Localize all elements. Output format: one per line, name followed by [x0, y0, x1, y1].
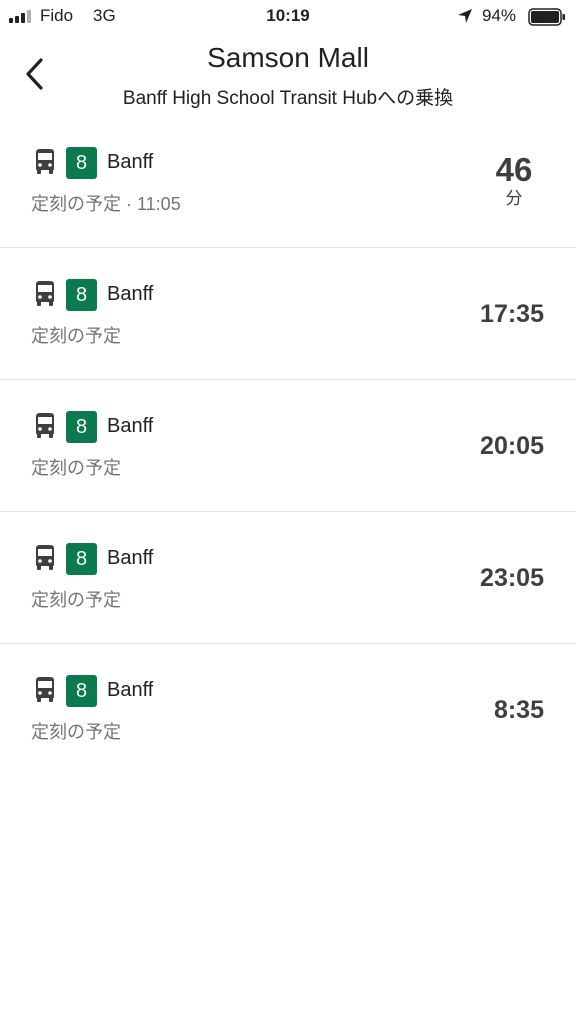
minutes-value: 46 [495, 151, 533, 188]
destination-label: Banff [107, 547, 154, 569]
destination-label: Banff [107, 151, 154, 173]
departure-time: 17:35 [480, 300, 544, 328]
departure-row[interactable]: 8 Banff 定刻の予定 17:35 [0, 248, 576, 380]
departure-row[interactable]: 8 Banff 定刻の予定 23:05 [0, 512, 576, 644]
departure-time: 23:05 [480, 564, 544, 592]
departure-list: 8 Banff 定刻の予定 · 11:05 46 分 8 Banff 定刻の予定… [0, 116, 576, 775]
schedule-status: 定刻の予定 [31, 722, 121, 742]
departure-time: 20:05 [480, 432, 544, 460]
destination-label: Banff [107, 679, 154, 701]
battery-icon [528, 8, 565, 26]
status-bar: Fido 3G 10:19 94% [0, 0, 576, 34]
route-badge: 8 [66, 543, 97, 575]
minutes-unit: 分 [505, 189, 523, 208]
departure-time: 8:35 [493, 696, 544, 724]
departure-row[interactable]: 8 Banff 定刻の予定 · 11:05 46 分 [0, 116, 576, 248]
departure-row[interactable]: 8 Banff 定刻の予定 8:35 [0, 644, 576, 775]
route-badge: 8 [66, 411, 97, 443]
schedule-status: 定刻の予定 · 11:05 [31, 194, 181, 214]
schedule-status: 定刻の予定 [31, 326, 121, 346]
departure-row[interactable]: 8 Banff 定刻の予定 20:05 [0, 380, 576, 512]
bus-icon [36, 413, 54, 438]
route-badge: 8 [66, 147, 97, 179]
bus-icon [36, 281, 54, 306]
route-badge: 8 [66, 675, 97, 707]
location-arrow-icon [458, 9, 472, 23]
page-title: Samson Mall [207, 42, 369, 73]
schedule-status: 定刻の予定 [31, 458, 121, 478]
bus-icon [36, 545, 54, 570]
destination-label: Banff [107, 283, 154, 305]
bus-icon [36, 149, 54, 174]
bus-icon [36, 677, 54, 702]
schedule-status: 定刻の予定 [31, 590, 121, 610]
departure-countdown: 46 分 [484, 152, 544, 210]
page-subtitle: Banff High School Transit Hubへの乗換 [122, 88, 454, 109]
destination-label: Banff [107, 415, 154, 437]
battery-percentage: 94% [482, 6, 517, 25]
route-badge: 8 [66, 279, 97, 311]
header: Samson Mall Banff High School Transit Hu… [0, 34, 576, 120]
